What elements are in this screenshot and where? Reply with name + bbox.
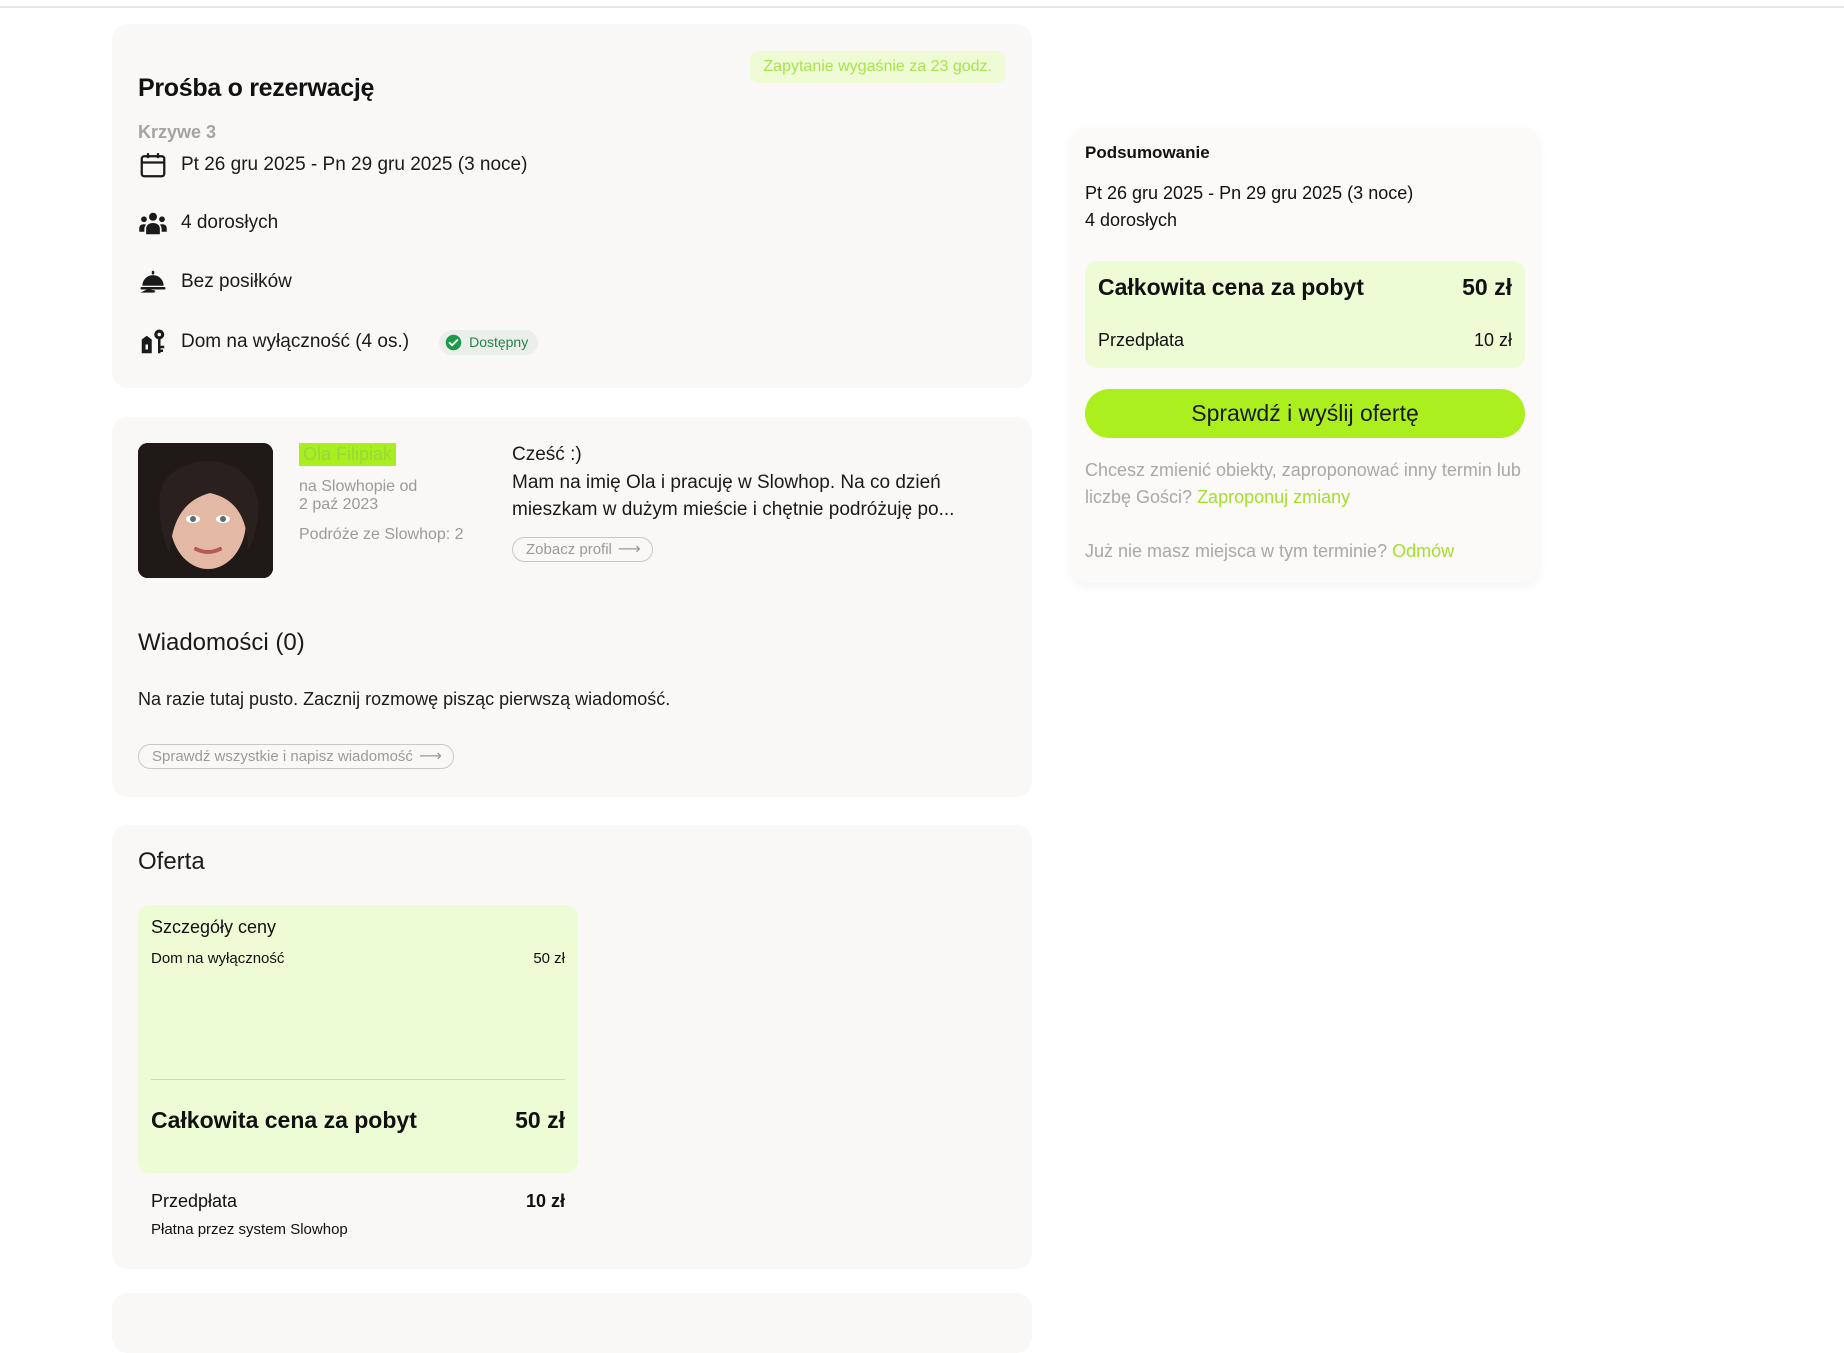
price-details-box: Szczegóły ceny Dom na wyłączność 50 zł C… (138, 905, 578, 1238)
deposit-row: Przedpłata 10 zł (151, 1191, 565, 1212)
view-all-messages-label: Sprawdź wszystkie i napisz wiadomość (152, 747, 413, 765)
guest-card: Ola Filipiak na Slowhopie od 2 paź 2023 … (112, 417, 1032, 797)
price-total-row: Całkowita cena za pobyt 50 zł (151, 1107, 565, 1134)
propose-changes-link[interactable]: Zaproponuj zmiany (1197, 487, 1350, 507)
offer-heading: Oferta (138, 848, 205, 875)
meals-text: Bez posiłków (181, 271, 292, 292)
member-since-date: 2 paź 2023 (299, 496, 379, 513)
property-name: Krzywe 3 (138, 122, 217, 142)
next-card (112, 1293, 1032, 1353)
messages-empty-text: Na razie tutaj pusto. Zacznij rozmowę pi… (138, 689, 671, 709)
summary-price-box: Całkowita cena za pobyt 50 zł Przedpłata… (1085, 261, 1525, 368)
summary-deposit-label: Przedpłata (1098, 330, 1185, 350)
arrow-right-icon: ⟶ (418, 748, 442, 765)
summary-guests: 4 dorosłych (1085, 210, 1178, 230)
view-profile-label: Zobacz profil (526, 540, 612, 558)
people-icon (139, 212, 167, 235)
member-since-label: na Slowhopie od (299, 478, 418, 495)
guests-row: 4 dorosłych (138, 208, 278, 238)
price-item-label: Dom na wyłączność (151, 950, 285, 967)
dates-text: Pt 26 gru 2025 - Pn 29 gru 2025 (3 noce) (181, 154, 528, 175)
change-note: Chcesz zmienić obiekty, zaproponować inn… (1085, 457, 1525, 511)
price-item-row: Dom na wyłączność 50 zł (151, 950, 565, 967)
arrow-right-icon: ⟶ (617, 541, 641, 558)
deposit-value: 10 zł (525, 1191, 565, 1211)
decline-text: Już nie masz miejsca w tym terminie? (1085, 541, 1388, 561)
summary-total-label: Całkowita cena za pobyt (1098, 274, 1364, 300)
house-row: Dom na wyłączność (4 os.) Dostępny (138, 327, 539, 357)
trips-count: Podróże ze Slowhop: 2 (299, 526, 464, 543)
summary-total-row: Całkowita cena za pobyt 50 zł (1098, 274, 1512, 301)
deposit-label: Przedpłata (151, 1191, 238, 1211)
expiry-badge: Zapytanie wygaśnie za 23 godz. (750, 51, 1005, 83)
price-item-value: 50 zł (533, 950, 565, 967)
check-circle-icon (445, 334, 462, 350)
calendar-icon (140, 153, 166, 178)
house-text: Dom na wyłączność (4 os.) (181, 331, 410, 352)
messages-heading: Wiadomości (0) (138, 629, 305, 656)
summary-total-value: 50 zł (1462, 274, 1512, 300)
summary-card: Podsumowanie Pt 26 gru 2025 - Pn 29 gru … (1072, 128, 1538, 583)
booking-request-card: Prośba o rezerwację Zapytanie wygaśnie z… (112, 24, 1032, 388)
page-title: Prośba o rezerwację (138, 74, 375, 102)
dates-row: Pt 26 gru 2025 - Pn 29 gru 2025 (3 noce) (138, 150, 527, 180)
meals-row: Bez posiłków (138, 267, 292, 297)
price-total-value: 50 zł (515, 1107, 565, 1133)
avatar[interactable] (138, 443, 273, 578)
summary-deposit-row: Przedpłata 10 zł (1098, 330, 1512, 351)
availability-badge: Dostępny (439, 329, 539, 355)
summary-dates: Pt 26 gru 2025 - Pn 29 gru 2025 (3 noce) (1085, 183, 1414, 203)
guest-name[interactable]: Ola Filipiak (299, 443, 397, 466)
view-all-messages-link[interactable]: Sprawdź wszystkie i napisz wiadomość ⟶ (138, 744, 454, 769)
top-divider (0, 6, 1844, 8)
decline-link[interactable]: Odmów (1392, 541, 1454, 561)
view-profile-link[interactable]: Zobacz profil ⟶ (512, 537, 653, 562)
meal-icon (140, 270, 166, 293)
offer-card: Oferta Szczegóły ceny Dom na wyłączność … (112, 825, 1032, 1269)
price-total-label: Całkowita cena za pobyt (151, 1107, 417, 1133)
summary-deposit-value: 10 zł (1473, 330, 1512, 350)
decline-note: Już nie masz miejsca w tym terminie? Odm… (1085, 538, 1525, 565)
summary-heading: Podsumowanie (1085, 143, 1210, 162)
guest-greeting: Cześć :) (512, 444, 582, 465)
price-details-label: Szczegóły ceny (151, 917, 277, 937)
price-divider (151, 1079, 565, 1080)
deposit-note: Płatna przez system Slowhop (151, 1221, 348, 1238)
availability-text: Dostępny (469, 334, 529, 350)
guests-text: 4 dorosłych (181, 212, 279, 233)
guest-intro: Mam na imię Ola i pracuję w Slowhop. Na … (512, 472, 955, 520)
send-offer-button[interactable]: Sprawdź i wyślij ofertę (1085, 389, 1525, 438)
key-icon (141, 329, 165, 354)
avatar-image (138, 443, 273, 578)
